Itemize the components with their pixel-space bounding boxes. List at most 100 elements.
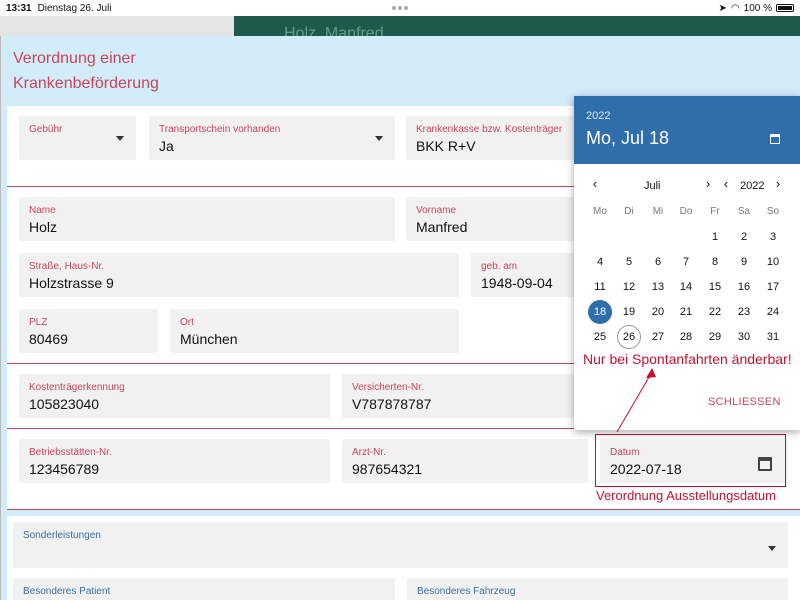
chevron-down-icon — [375, 136, 383, 141]
day-3[interactable]: 3 — [761, 225, 785, 249]
annotation-ausstellung: Verordnung Ausstellungsdatum — [596, 488, 776, 503]
day-30[interactable]: 30 — [732, 325, 756, 349]
arzt-field[interactable]: Arzt-Nr. 987654321 — [342, 439, 588, 483]
day-12[interactable]: 12 — [617, 275, 641, 299]
ort-label: Ort — [180, 317, 194, 328]
weekday-so: So — [766, 206, 780, 217]
prev-month-icon[interactable]: ‹ — [588, 176, 602, 191]
transportschein-label: Transportschein vorhanden — [159, 124, 281, 135]
day-8[interactable]: 8 — [703, 250, 727, 274]
ort-field[interactable]: Ort München — [170, 309, 459, 353]
day-22[interactable]: 22 — [703, 300, 727, 324]
day-7[interactable]: 7 — [674, 250, 698, 274]
weekday-di: Di — [624, 206, 634, 217]
prev-year-icon[interactable]: ‹ — [719, 176, 733, 191]
betriebsstaette-field[interactable]: Betriebsstätten-Nr. 123456789 — [19, 439, 330, 483]
multitask-dots-icon[interactable] — [392, 6, 408, 10]
strasse-value: Holzstrasse 9 — [29, 275, 114, 291]
weekday-sa: Sa — [737, 206, 751, 217]
day-1[interactable]: 1 — [703, 225, 727, 249]
strasse-field[interactable]: Straße, Haus-Nr. Holzstrasse 9 — [19, 253, 459, 297]
next-year-icon[interactable]: › — [771, 176, 785, 191]
day-5[interactable]: 5 — [617, 250, 641, 274]
plz-label: PLZ — [29, 317, 48, 328]
versicherten-label: Versicherten-Nr. — [352, 382, 424, 393]
status-date: Dienstag 26. Juli — [37, 2, 112, 14]
date-picker-header: 2022 Mo, Jul 18 — [574, 96, 800, 164]
day-2[interactable]: 2 — [732, 225, 756, 249]
day-16[interactable]: 16 — [732, 275, 756, 299]
kostentraeger-label: Kostenträgerkennung — [29, 382, 125, 393]
day-28[interactable]: 28 — [674, 325, 698, 349]
vorname-value: Manfred — [416, 219, 468, 235]
name-field[interactable]: Name Holz — [19, 197, 395, 241]
sonderleistungen-label: Sonderleistungen — [23, 530, 101, 541]
fahrzeug-select[interactable]: Besonderes Fahrzeug — [407, 578, 788, 600]
datum-highlight-box — [595, 434, 786, 487]
close-button[interactable]: SCHLIESSEN — [708, 396, 781, 408]
day-25[interactable]: 25 — [588, 325, 612, 349]
day-18[interactable]: 18 — [588, 300, 612, 324]
background-header: Holz, Manfred — [234, 16, 800, 36]
month-label: Juli — [644, 180, 661, 192]
date-picker: 2022 Mo, Jul 18 ‹ Juli › ‹ 2022 › Mo Di Mi… — [574, 96, 800, 430]
day-19[interactable]: 19 — [617, 300, 641, 324]
strasse-label: Straße, Haus-Nr. — [29, 261, 105, 272]
day-13[interactable]: 13 — [646, 275, 670, 299]
day-29[interactable]: 29 — [703, 325, 727, 349]
wifi-icon: ◠ — [730, 2, 740, 14]
versicherten-value: V787878787 — [352, 396, 432, 412]
day-24[interactable]: 24 — [761, 300, 785, 324]
day-14[interactable]: 14 — [674, 275, 698, 299]
kostentraeger-field[interactable]: Kostenträgerkennung 105823040 — [19, 374, 330, 418]
geb-value: 1948-09-04 — [481, 275, 553, 291]
weekday-mi: Mi — [652, 206, 664, 217]
transportschein-select[interactable]: Transportschein vorhanden Ja — [149, 116, 395, 160]
day-6[interactable]: 6 — [646, 250, 670, 274]
day-23[interactable]: 23 — [732, 300, 756, 324]
day-9[interactable]: 9 — [732, 250, 756, 274]
section-divider — [7, 509, 800, 510]
battery-icon — [776, 4, 794, 12]
vorname-label: Vorname — [416, 205, 457, 216]
versicherten-field[interactable]: Versicherten-Nr. V787878787 — [342, 374, 578, 418]
weekday-do: Do — [679, 206, 693, 217]
plz-field[interactable]: PLZ 80469 — [19, 309, 158, 353]
patient-select[interactable]: Besonderes Patient — [13, 578, 395, 600]
day-11[interactable]: 11 — [588, 275, 612, 299]
sonderleistungen-select[interactable]: Sonderleistungen — [13, 522, 788, 568]
day-27[interactable]: 27 — [646, 325, 670, 349]
day-4[interactable]: 4 — [588, 250, 612, 274]
day-10[interactable]: 10 — [761, 250, 785, 274]
next-month-icon[interactable]: › — [701, 176, 715, 191]
plz-value: 80469 — [29, 331, 68, 347]
weekday-fr: Fr — [710, 206, 720, 217]
status-right: ➤ ◠ 100 % — [719, 3, 794, 14]
transportschein-value: Ja — [159, 138, 174, 154]
gebuehr-label: Gebühr — [29, 124, 63, 135]
day-15[interactable]: 15 — [703, 275, 727, 299]
betriebsstaette-label: Betriebsstätten-Nr. — [29, 447, 112, 458]
name-value: Holz — [29, 219, 58, 235]
day-26[interactable]: 26 — [617, 325, 641, 349]
vorname-field[interactable]: Vorname Manfred — [406, 197, 578, 241]
arzt-label: Arzt-Nr. — [352, 447, 386, 458]
krankenkasse-field[interactable]: Krankenkasse bzw. Kostenträger BKK R+V — [406, 116, 578, 160]
weekday-mo: Mo — [593, 206, 607, 217]
day-21[interactable]: 21 — [674, 300, 698, 324]
ort-value: München — [180, 331, 238, 347]
day-20[interactable]: 20 — [646, 300, 670, 324]
day-31[interactable]: 31 — [761, 325, 785, 349]
background-header-title: Holz, Manfred — [284, 25, 384, 36]
status-time: 13:31 — [6, 2, 32, 14]
battery-percent: 100 % — [743, 2, 772, 14]
geb-field[interactable]: geb. am 1948-09-04 — [471, 253, 578, 297]
day-17[interactable]: 17 — [761, 275, 785, 299]
betriebsstaette-value: 123456789 — [29, 461, 100, 477]
calendar-icon[interactable] — [770, 134, 780, 144]
gebuehr-select[interactable]: Gebühr — [19, 116, 136, 160]
date-picker-year[interactable]: 2022 — [586, 110, 610, 122]
dialog-title: Verordnung einer Krankenbeförderung — [13, 46, 159, 96]
chevron-down-icon — [768, 546, 776, 551]
name-label: Name — [29, 205, 56, 216]
